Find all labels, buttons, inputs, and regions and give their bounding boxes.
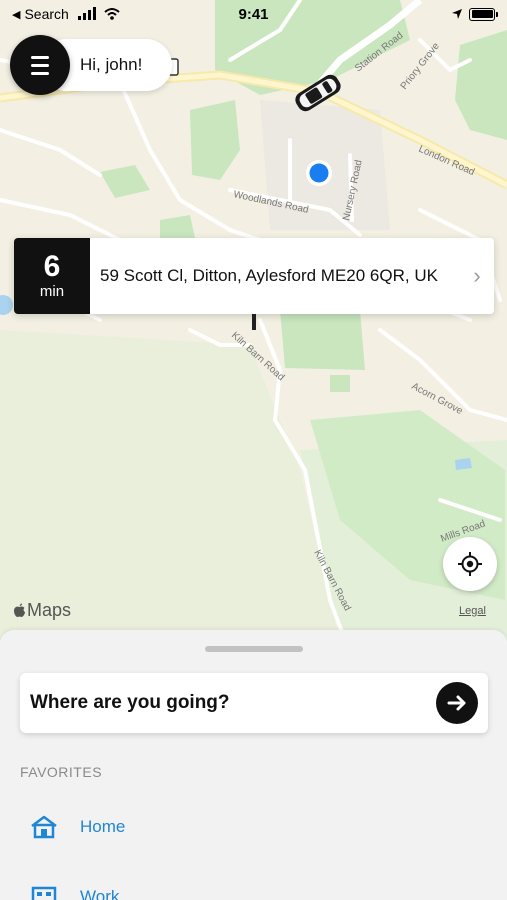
maps-attribution: Maps [13, 600, 71, 621]
destination-search-box[interactable]: Where are you going? [20, 673, 488, 733]
status-bar: ◀ Search 9:41 [0, 0, 507, 28]
eta-badge: 6 min [14, 238, 90, 314]
eta-minutes: 6 [43, 250, 61, 283]
destination-address: 59 Scott Cl, Ditton, Aylesford ME20 6QR,… [100, 266, 438, 285]
favorite-home[interactable]: Home [30, 815, 125, 839]
status-back-label: Search [24, 6, 69, 22]
locate-me-button[interactable] [443, 537, 497, 591]
legal-link[interactable]: Legal [459, 605, 486, 617]
sheet-grabber[interactable] [205, 646, 303, 652]
chevron-right-icon: › [473, 263, 481, 288]
map-canvas: Station Road Priory Grove London Road Wo… [0, 0, 507, 640]
eta-unit: min [39, 283, 65, 300]
go-button[interactable] [436, 682, 478, 724]
destination-pin-stem [252, 312, 256, 330]
favorite-home-label: Home [80, 817, 126, 836]
back-arrow-icon: ◀ [12, 8, 21, 21]
greeting-text: Hi, john! [80, 55, 143, 74]
hamburger-menu-icon [31, 55, 49, 59]
home-icon [31, 815, 57, 839]
arrow-right-icon [447, 695, 466, 711]
user-location-dot [309, 163, 329, 183]
crosshair-locate-icon [458, 552, 482, 576]
status-time: 9:41 [238, 5, 269, 23]
map-view[interactable]: Station Road Priory Grove London Road Wo… [0, 0, 507, 640]
signal-icon [78, 7, 96, 20]
status-back[interactable]: ◀ Search [12, 6, 69, 22]
apple-logo-icon [14, 603, 25, 617]
favorite-work[interactable]: Work [30, 885, 119, 900]
favorite-work-label: Work [80, 887, 120, 900]
menu-button[interactable] [10, 35, 70, 95]
battery-icon [469, 7, 498, 21]
signal-wifi-icons [78, 7, 120, 20]
maps-label: Maps [27, 600, 72, 620]
bottom-sheet: Where are you going? FAVORITES Home Work [0, 630, 507, 900]
destination-search-label: Where are you going? [30, 692, 230, 713]
favorites-title: FAVORITES [20, 764, 103, 780]
work-icon [31, 886, 57, 900]
location-arrow-icon [452, 9, 462, 19]
destination-eta-card[interactable]: 6 min 59 Scott Cl, Ditton, Aylesford ME2… [14, 238, 494, 314]
wifi-icon [104, 8, 120, 20]
